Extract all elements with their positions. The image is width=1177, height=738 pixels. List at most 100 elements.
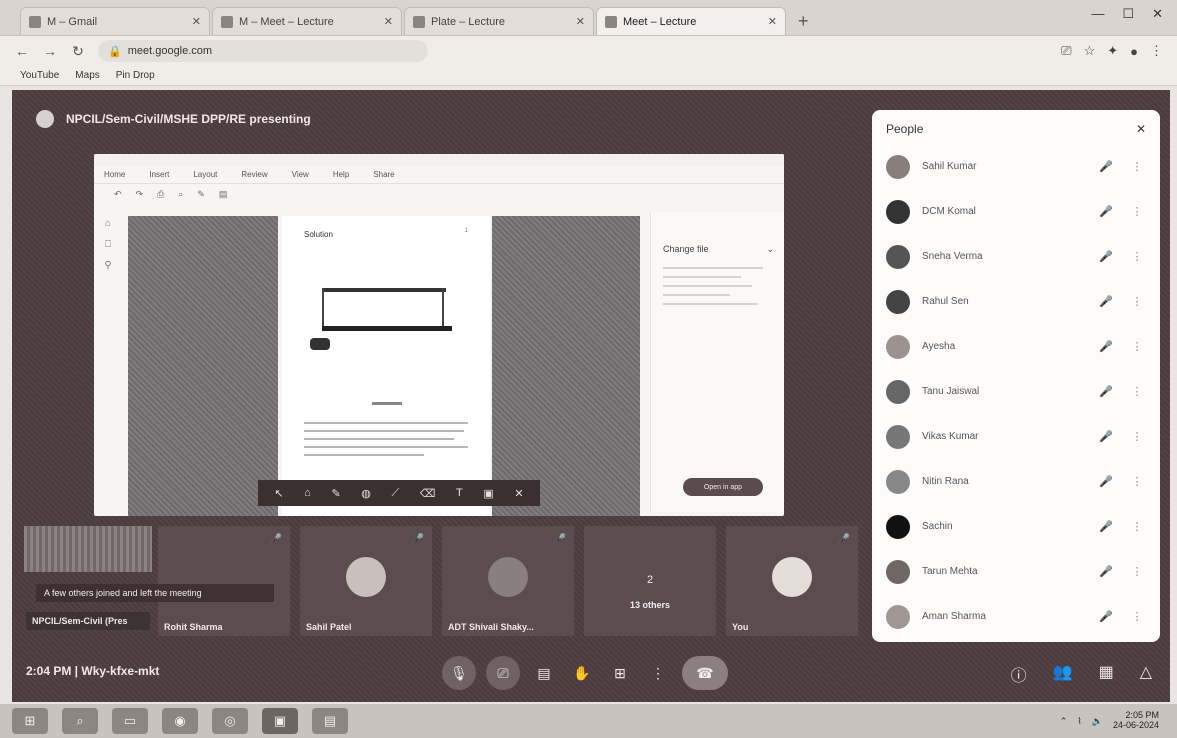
participant-tile[interactable]: 🎤 ADT Shivali Shaky... <box>442 526 574 636</box>
pen-icon[interactable]: ✎ <box>331 487 340 500</box>
browser-tab-active[interactable]: Meet – Lecture ✕ <box>596 7 786 35</box>
more-options-icon[interactable]: ⋮ <box>644 656 672 690</box>
participant-name: Tarun Mehta <box>922 566 978 577</box>
image-icon[interactable]: ▣ <box>483 487 493 500</box>
bookmark-item[interactable]: Pin Drop <box>116 70 155 81</box>
forward-icon[interactable]: → <box>42 43 58 59</box>
present-icon[interactable]: ⊞ <box>606 656 634 690</box>
clear-icon[interactable]: ✕ <box>514 487 523 500</box>
more-options-icon[interactable]: ⋮ <box>1128 250 1146 263</box>
self-tile[interactable]: 🎤 You <box>726 526 858 636</box>
avatar <box>886 244 910 269</box>
reload-icon[interactable]: ↻ <box>70 43 86 60</box>
more-options-icon[interactable]: ⋮ <box>1128 160 1146 173</box>
participant-row[interactable]: Tanu Jaiswal 🎤 ⋮ <box>886 369 1146 414</box>
tab-label: M – Gmail <box>47 15 98 28</box>
profile-icon[interactable]: ● <box>1130 44 1138 59</box>
more-options-icon[interactable]: ⋮ <box>1128 520 1146 533</box>
mic-icon[interactable]: 🎙 <box>442 656 476 690</box>
star-icon[interactable]: ☆ <box>1084 43 1096 59</box>
url-field[interactable]: 🔒 meet.google.com <box>98 40 428 62</box>
meet-app-icon[interactable]: ▣ <box>262 708 298 734</box>
browser-tab-bar: M – Gmail ✕ M – Meet – Lecture ✕ Plate –… <box>0 0 1177 36</box>
close-icon[interactable]: ✕ <box>576 15 585 28</box>
others-tile[interactable]: 2 13 others <box>584 526 716 636</box>
more-options-icon[interactable]: ⋮ <box>1128 205 1146 218</box>
cursor-icon[interactable]: ↖ <box>274 487 283 500</box>
eraser-icon[interactable]: ⌫ <box>420 487 436 500</box>
call-controls-bar: 2:04 PM | Wky-kfxe-mkt 🎙 ⎚ ▤ ✋ ⊞ ⋮ ☎ ⓘ 👥… <box>12 646 1170 702</box>
chevron-up-icon[interactable]: ⌃ <box>1060 716 1068 727</box>
participant-row[interactable]: Sneha Verma 🎤 ⋮ <box>886 234 1146 279</box>
bookmark-item[interactable]: Maps <box>75 70 99 81</box>
more-options-icon[interactable]: ⋮ <box>1128 475 1146 488</box>
captions-icon[interactable]: ▤ <box>530 656 558 690</box>
participant-row[interactable]: Vikas Kumar 🎤 ⋮ <box>886 414 1146 459</box>
mic-off-icon: 🎤 <box>1099 251 1113 263</box>
more-options-icon[interactable]: ⋮ <box>1128 565 1146 578</box>
participant-tile[interactable]: 🎤 Rohit Sharma <box>158 526 290 636</box>
chat-icon[interactable]: ▦ <box>1099 662 1114 686</box>
back-icon[interactable]: ← <box>14 43 30 59</box>
participant-tile[interactable]: 🎤 Sahil Patel <box>300 526 432 636</box>
line-icon[interactable]: ⟋ <box>392 487 400 500</box>
figure-support <box>310 338 330 350</box>
browser-tab[interactable]: Plate – Lecture ✕ <box>404 7 594 35</box>
minimize-icon[interactable]: — <box>1091 6 1104 22</box>
presenter-video-tile[interactable] <box>24 526 152 572</box>
new-tab-button[interactable]: + <box>788 7 819 35</box>
close-icon[interactable]: ✕ <box>1136 122 1146 136</box>
participant-row[interactable]: Tarun Mehta 🎤 ⋮ <box>886 549 1146 594</box>
pdf-icon[interactable]: ▤ <box>312 708 348 734</box>
close-icon[interactable]: ✕ <box>192 15 201 28</box>
maximize-icon[interactable]: ☐ <box>1122 6 1134 22</box>
network-icon[interactable]: ⌇ <box>1077 716 1081 727</box>
participant-name: You <box>732 622 749 632</box>
text-icon[interactable]: T <box>456 487 463 499</box>
more-options-icon[interactable]: ⋮ <box>1128 385 1146 398</box>
meeting-title: NPCIL/Sem-Civil/MSHE DPP/RE presenting <box>66 112 311 126</box>
people-icon[interactable]: 👥 <box>1053 662 1073 686</box>
side-text-line <box>663 303 758 305</box>
participant-row[interactable]: Ayesha 🎤 ⋮ <box>886 324 1146 369</box>
bookmark-item[interactable]: YouTube <box>20 70 59 81</box>
avatar <box>886 379 910 404</box>
avatar <box>886 199 910 224</box>
close-icon[interactable]: ✕ <box>768 15 777 28</box>
volume-icon[interactable]: 🔈 <box>1092 716 1103 727</box>
cast-icon[interactable]: ⎚ <box>1061 43 1071 59</box>
more-options-icon[interactable]: ⋮ <box>1128 430 1146 443</box>
participant-row[interactable]: Rahul Sen 🎤 ⋮ <box>886 279 1146 324</box>
participant-row[interactable]: Sahil Kumar 🎤 ⋮ <box>886 144 1146 189</box>
chevron-down-icon: ⌄ <box>766 244 774 254</box>
close-window-icon[interactable]: ✕ <box>1152 6 1163 22</box>
browser-tab[interactable]: M – Meet – Lecture ✕ <box>212 7 402 35</box>
raise-hand-icon[interactable]: ✋ <box>568 656 596 690</box>
extensions-icon[interactable]: ✦ <box>1107 43 1118 59</box>
search-icon[interactable]: ⌕ <box>62 708 98 734</box>
browser-icon[interactable]: ◉ <box>162 708 198 734</box>
tab-favicon-icon <box>221 15 233 28</box>
participant-row[interactable]: Sachin 🎤 ⋮ <box>886 504 1146 549</box>
info-icon[interactable]: ⓘ <box>1011 662 1027 686</box>
activities-icon[interactable]: △ <box>1140 662 1152 686</box>
more-options-icon[interactable]: ⋮ <box>1128 295 1146 308</box>
participant-row[interactable]: Aman Sharma 🎤 ⋮ <box>886 594 1146 639</box>
close-icon[interactable]: ✕ <box>384 15 393 28</box>
participant-name: Sahil Patel <box>306 622 352 632</box>
participant-row[interactable]: DCM Komal 🎤 ⋮ <box>886 189 1146 234</box>
shape-icon[interactable]: ◍ <box>361 487 371 500</box>
more-options-icon[interactable]: ⋮ <box>1128 340 1146 353</box>
files-icon[interactable]: ▭ <box>112 708 148 734</box>
tray-clock[interactable]: 2:05 PM 24-06-2024 <box>1113 710 1159 731</box>
browser-tab[interactable]: M – Gmail ✕ <box>20 7 210 35</box>
chrome-icon[interactable]: ◎ <box>212 708 248 734</box>
camera-icon[interactable]: ⎚ <box>486 656 520 690</box>
start-icon[interactable]: ⊞ <box>12 708 48 734</box>
leave-call-button[interactable]: ☎ <box>682 656 728 690</box>
participant-row[interactable]: Nitin Rana 🎤 ⋮ <box>886 459 1146 504</box>
redo-icon: ↷ <box>135 188 144 199</box>
menu-icon[interactable]: ⋮ <box>1150 43 1163 59</box>
more-options-icon[interactable]: ⋮ <box>1128 610 1146 623</box>
home-icon[interactable]: ⌂ <box>304 487 311 499</box>
